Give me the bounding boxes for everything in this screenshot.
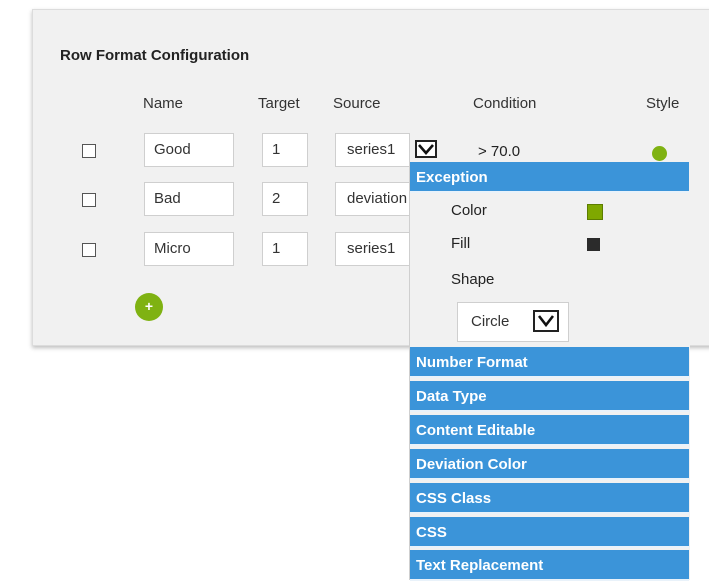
row-checkbox[interactable] xyxy=(82,193,96,207)
accordion-number-format[interactable]: Number Format xyxy=(410,347,689,378)
column-header-name: Name xyxy=(143,95,184,112)
row-name-input[interactable]: Micro xyxy=(144,232,234,266)
shape-select-value: Circle xyxy=(471,313,510,330)
row-target-input[interactable]: 1 xyxy=(262,133,308,167)
accordion-exception[interactable]: Exception xyxy=(410,162,689,193)
fill-label: Fill xyxy=(451,235,471,252)
row-source-select[interactable]: series1 xyxy=(335,232,410,266)
row-source-select[interactable]: deviation xyxy=(335,182,410,216)
add-row-button[interactable]: + xyxy=(135,293,163,321)
accordion-css[interactable]: CSS xyxy=(410,517,689,548)
row-source-select[interactable]: series1 xyxy=(335,133,410,167)
shape-label: Shape xyxy=(451,271,495,288)
chevron-down-icon xyxy=(418,144,434,155)
shape-dropdown-arrow[interactable] xyxy=(533,310,559,332)
fill-swatch[interactable] xyxy=(587,238,600,251)
accordion-content-editable[interactable]: Content Editable xyxy=(410,415,689,446)
color-swatch[interactable] xyxy=(587,204,603,220)
column-header-target: Target xyxy=(258,95,300,112)
column-header-style: Style xyxy=(646,95,680,112)
row-checkbox[interactable] xyxy=(82,243,96,257)
accordion-text-replacement[interactable]: Text Replacement xyxy=(410,550,689,581)
panel-title: Row Format Configuration xyxy=(60,47,250,64)
chevron-down-icon xyxy=(537,315,555,328)
style-circle-icon[interactable] xyxy=(652,146,667,161)
source-dropdown-arrow[interactable] xyxy=(415,140,437,158)
row-checkbox[interactable] xyxy=(82,144,96,158)
color-label: Color xyxy=(451,202,487,219)
row-condition: > 70.0 xyxy=(478,143,521,160)
row-target-input[interactable]: 1 xyxy=(262,232,308,266)
row-target-input[interactable]: 2 xyxy=(262,182,308,216)
column-header-source: Source xyxy=(333,95,381,112)
accordion-deviation-color[interactable]: Deviation Color xyxy=(410,449,689,480)
row-name-input[interactable]: Bad xyxy=(144,182,234,216)
column-header-condition: Condition xyxy=(473,95,537,112)
row-name-input[interactable]: Good xyxy=(144,133,234,167)
accordion-css-class[interactable]: CSS Class xyxy=(410,483,689,514)
accordion-data-type[interactable]: Data Type xyxy=(410,381,689,412)
